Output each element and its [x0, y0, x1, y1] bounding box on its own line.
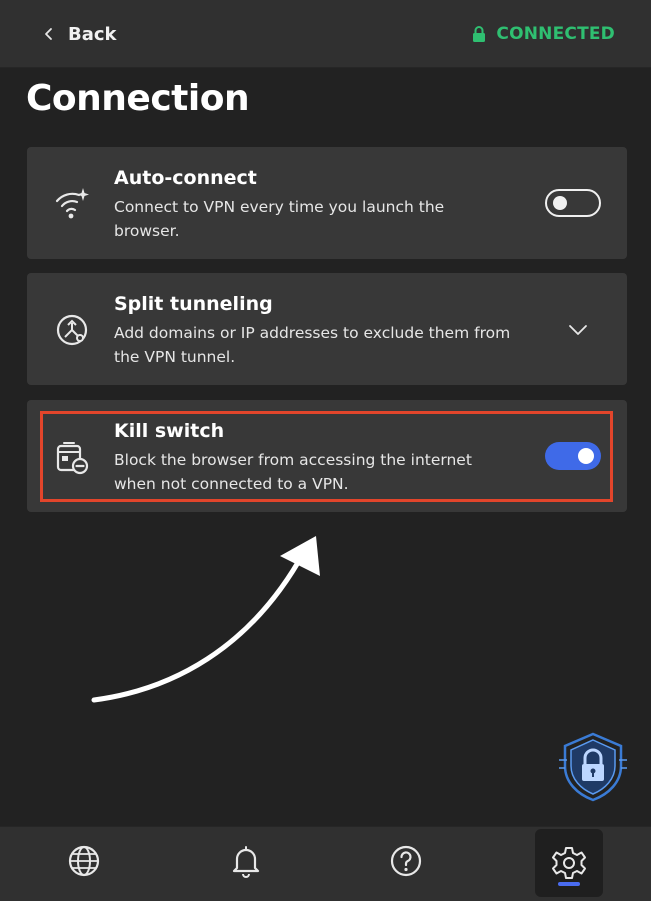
wifi-sparkle-icon	[55, 188, 89, 219]
globe-icon[interactable]	[64, 841, 104, 881]
help-icon[interactable]	[386, 841, 426, 881]
gear-icon	[552, 847, 586, 879]
split-tunnel-icon	[56, 314, 88, 346]
setting-description: Block the browser from accessing the int…	[114, 451, 472, 493]
setting-card-split-tunneling[interactable]: Split tunneling Add domains or IP addres…	[27, 273, 627, 385]
active-tab-indicator	[558, 882, 580, 886]
kill-switch-icon	[56, 442, 89, 475]
auto-connect-toggle[interactable]	[545, 189, 601, 217]
toggle-knob	[578, 448, 594, 464]
nav-settings-button[interactable]	[535, 829, 603, 897]
header-bar: Back CONNECTED	[0, 0, 651, 68]
back-label: Back	[68, 23, 117, 45]
setting-description: Connect to VPN every time you launch the…	[114, 198, 445, 240]
setting-card-kill-switch: Kill switch Block the browser from acces…	[27, 400, 627, 512]
setting-title: Split tunneling	[114, 293, 273, 315]
page-title: Connection	[26, 78, 250, 119]
chevron-left-icon	[45, 28, 52, 40]
setting-card-auto-connect: Auto-connect Connect to VPN every time y…	[27, 147, 627, 259]
toggle-knob	[553, 196, 567, 210]
lock-icon	[473, 26, 486, 42]
setting-description: Add domains or IP addresses to exclude t…	[114, 324, 511, 366]
pointer-arrow-icon	[91, 536, 320, 703]
kill-switch-toggle[interactable]	[545, 442, 601, 470]
setting-title: Kill switch	[114, 420, 225, 442]
shield-lock-icon	[559, 732, 627, 802]
setting-title: Auto-connect	[114, 167, 257, 189]
bottom-nav	[0, 826, 651, 901]
chevron-down-icon[interactable]	[567, 319, 589, 341]
status-label: CONNECTED	[496, 24, 615, 44]
back-button[interactable]: Back	[42, 20, 117, 48]
bell-icon[interactable]	[226, 841, 266, 881]
connection-status: CONNECTED	[472, 20, 615, 48]
